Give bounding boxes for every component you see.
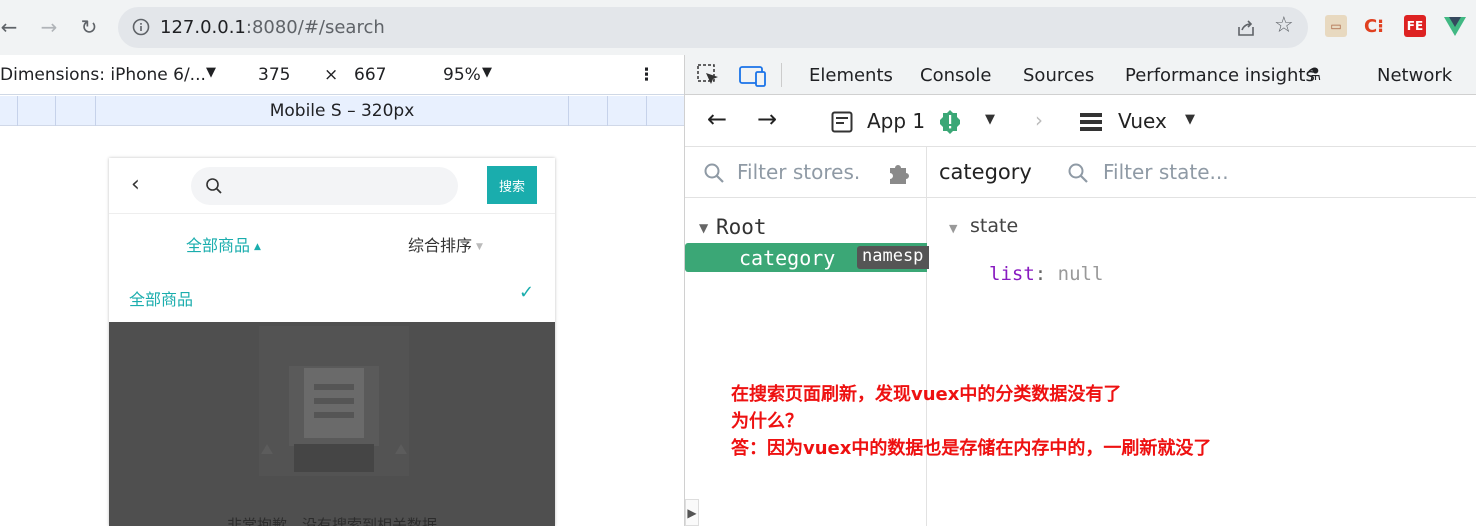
annotation-line-3: 答：因为vuex中的数据也是存储在内存中的，一刷新就没了 [731,438,1212,459]
caret-down-icon: ▼ [476,241,483,252]
module-dropdown-icon[interactable]: ▼ [1185,112,1195,127]
dimension-separator: × [324,65,339,85]
address-bar[interactable]: 127.0.0.1:8080/#/search ☆ [118,7,1308,48]
vuex-store-icon [1080,113,1102,131]
browser-toolbar: ← → ↻ 127.0.0.1:8080/#/search ☆ ▭ C⁝ FE [0,0,1476,55]
empty-state-text: 非常抱歉，没有搜索到相关数据 [226,516,437,526]
extension-reader-icon[interactable]: ▭ [1325,15,1347,37]
annotation-line-2: 为什么？ [731,411,803,432]
back-chevron-icon[interactable]: ‹ [131,172,140,197]
breadcrumb-separator-icon: › [1035,108,1043,132]
filter-all-products[interactable]: 全部商品 ▲ [186,232,261,256]
empty-state-illustration-icon [259,326,409,476]
tab-performance-insights[interactable]: Performance insights [1125,65,1315,86]
search-button[interactable]: 搜索 [487,166,537,204]
tree-root[interactable]: Root [716,215,767,239]
filter-sort[interactable]: 综合排序 ▼ [408,232,483,256]
extension-fe-icon[interactable]: FE [1404,15,1426,37]
zoom-dropdown-icon[interactable]: ▼ [482,65,492,80]
search-icon [1068,163,1088,183]
tree-item-selected[interactable]: category namesp [685,243,929,272]
device-width-input[interactable]: 375 [258,65,290,85]
state-value: null [1057,263,1104,285]
reload-icon[interactable]: ↻ [74,12,104,42]
annotation-line-1: 在搜索页面刷新，发现vuex中的分类数据没有了 [731,384,1122,405]
zoom-select[interactable]: 95% [443,65,481,85]
namespaced-badge: namesp [857,246,929,269]
state-inspector-pane: category Filter state... ▼ state list: n… [927,147,1476,526]
device-height-input[interactable]: 667 [354,65,386,85]
mobile-viewport: ‹ 搜索 全部商品 ▲ 综合排序 ▼ 全部商品 ✓ 非常抱歉，没有搜索到相关数据 [109,158,555,526]
state-separator: : [1034,263,1047,285]
dimensions-dropdown-icon[interactable]: ▼ [206,65,216,80]
forward-arrow-icon[interactable]: → [34,12,64,42]
tree-expand-icon[interactable]: ▼ [699,221,708,235]
extension-c-icon[interactable]: C⁝ [1363,15,1385,37]
filter-sort-label: 综合排序 [408,236,473,255]
module-select[interactable]: Vuex [1118,109,1167,133]
share-icon[interactable] [1236,18,1256,38]
forward-arrow-icon[interactable]: → [757,105,777,133]
more-options-icon[interactable]: ⋮ [638,65,655,85]
search-input[interactable] [191,167,458,205]
url-path: :8080/#/search [245,17,385,38]
device-toggle-icon[interactable] [739,64,767,88]
filter-stores-input[interactable]: Filter stores. [737,160,860,184]
vue-devtools-extension-icon[interactable] [1444,17,1466,37]
checkmark-icon: ✓ [519,282,535,303]
media-query-ruler[interactable]: Mobile S – 320px [0,96,684,126]
devtools-tabbar: Elements Console Sources Performance ins… [685,55,1476,95]
dimensions-select[interactable]: Dimensions: iPhone 6/... [0,65,206,85]
dropdown-option-all[interactable]: 全部商品 [129,286,193,310]
tab-elements[interactable]: Elements [809,65,893,86]
back-arrow-icon[interactable]: ← [707,105,727,133]
dropdown-overlay[interactable]: 非常抱歉，没有搜索到相关数据 [109,322,555,526]
flask-icon: ⚗ [1306,65,1322,85]
tab-sources[interactable]: Sources [1023,65,1094,86]
search-icon [206,178,222,194]
app-select[interactable]: App 1 [867,109,925,133]
bookmark-star-icon[interactable]: ☆ [1274,13,1294,38]
puzzle-piece-icon[interactable] [887,160,913,186]
state-key: list [989,263,1035,285]
vue-devtools-toolbar: ← → App 1 ▼ › Vuex ▼ [685,96,1476,147]
tab-console[interactable]: Console [920,65,991,86]
store-tree-pane: Filter stores. ▼ Root category namesp ▶ [685,147,929,526]
caret-up-icon: ▲ [254,241,261,252]
filter-all-label: 全部商品 [186,236,251,255]
tab-network[interactable]: Network [1377,65,1452,86]
filter-state-input[interactable]: Filter state... [1103,160,1229,184]
back-arrow-icon[interactable]: ← [0,12,24,42]
tree-item-category: category [739,246,836,270]
url-text: 127.0.0.1:8080/#/search [160,17,385,38]
app-window-icon [831,111,853,133]
inspect-element-icon[interactable] [697,64,721,88]
vue-badge-icon [940,110,960,134]
search-icon [704,163,724,183]
url-host: 127.0.0.1 [160,17,246,38]
state-expand-icon[interactable]: ▼ [949,222,957,235]
state-entry: list: null [989,263,1103,285]
app-dropdown-icon[interactable]: ▼ [985,112,995,127]
media-query-label: Mobile S – 320px [269,101,415,121]
state-section-label[interactable]: state [970,215,1018,237]
device-toolbar: Dimensions: iPhone 6/... ▼ 375 × 667 95%… [0,55,684,95]
site-info-icon[interactable] [132,18,150,36]
store-title: category [939,160,1032,184]
pane-toggle-icon[interactable]: ▶ [685,499,699,526]
